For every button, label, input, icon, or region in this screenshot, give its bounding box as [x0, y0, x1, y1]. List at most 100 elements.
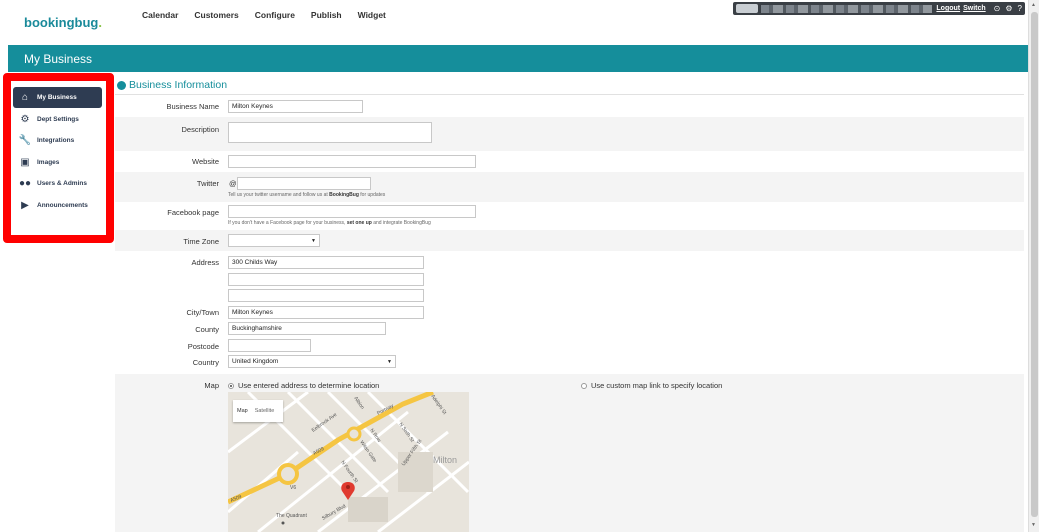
- top-bar: bookingbug. Calendar Customers Configure…: [0, 0, 1028, 45]
- gear-icon[interactable]: ⚙: [1005, 4, 1012, 13]
- help-text: and integrate BookingBug: [371, 220, 431, 226]
- sidebar-item-images[interactable]: ▣ Images: [13, 152, 102, 173]
- postcode-input[interactable]: [228, 339, 311, 352]
- sidebar-item-users-admins[interactable]: ●● Users & Admins: [13, 173, 102, 194]
- nav-calendar[interactable]: Calendar: [142, 10, 178, 20]
- city-input[interactable]: Milton Keynes: [228, 306, 424, 319]
- address-block: Address 300 Childs Way City/Town Milton …: [115, 251, 1024, 374]
- country-select[interactable]: United Kingdom: [228, 355, 396, 368]
- image-icon: ▣: [20, 156, 30, 168]
- section-title-text: Business Information: [129, 79, 228, 91]
- address-line3-input[interactable]: [228, 289, 424, 302]
- map-label-quadrant: The Quadrant: [276, 513, 307, 519]
- map-tab-satellite[interactable]: Satellite: [255, 408, 275, 414]
- time-zone-select[interactable]: [228, 234, 320, 247]
- twitter-label: Twitter: [196, 179, 219, 188]
- sidebar-item-label: Users & Admins: [37, 180, 87, 187]
- logo-text: bookingbug: [24, 15, 99, 30]
- sidebar-item-announcements[interactable]: ▶ Announcements: [13, 195, 102, 216]
- switch-link[interactable]: Switch: [963, 5, 986, 12]
- bookingbug-twitter-link[interactable]: BookingBug: [329, 192, 359, 198]
- twitter-input[interactable]: [237, 177, 371, 190]
- website-input[interactable]: [228, 155, 476, 168]
- website-row: Website: [115, 151, 1024, 172]
- sidebar-item-label: Announcements: [37, 201, 88, 209]
- description-textarea[interactable]: [228, 122, 432, 143]
- facebook-help: If you don't have a Facebook page for yo…: [228, 220, 431, 226]
- switch-user-button[interactable]: [736, 4, 758, 13]
- address-line2-input[interactable]: [228, 273, 424, 286]
- time-zone-label: Time Zone: [183, 237, 219, 246]
- megaphone-icon: ▶: [21, 199, 29, 211]
- sidebar-item-label: Integrations: [37, 137, 75, 144]
- business-name-label: Business Name: [166, 102, 219, 111]
- nav-configure[interactable]: Configure: [255, 10, 295, 20]
- globe-icon: [117, 80, 126, 90]
- sidebar-item-integrations[interactable]: 🔧 Integrations: [13, 130, 102, 151]
- map-label-city: Milton: [433, 455, 457, 465]
- scrollbar-thumb[interactable]: [1031, 12, 1038, 517]
- time-zone-row: Time Zone: [115, 230, 1024, 251]
- home-icon: ⌂: [21, 92, 29, 103]
- sidebar-item-label: My Business: [37, 94, 77, 101]
- help-text: for updates: [358, 192, 386, 198]
- county-label: County: [195, 325, 219, 334]
- help-text: If you don't have a Facebook page for yo…: [228, 220, 347, 226]
- page-scrollbar[interactable]: ▲ ▼: [1028, 0, 1039, 532]
- website-label: Website: [192, 157, 219, 166]
- bookingbug-logo[interactable]: bookingbug.: [24, 15, 102, 30]
- map-type-control: Map Satellite: [233, 400, 283, 422]
- main-nav: Calendar Customers Configure Publish Wid…: [142, 10, 402, 20]
- wrench-icon: 🔧: [18, 135, 32, 146]
- set-one-up-link[interactable]: set one up: [347, 220, 372, 226]
- city-label: City/Town: [186, 308, 219, 317]
- use-custom-map-radio[interactable]: Use custom map link to specify location: [581, 381, 722, 390]
- page-header: My Business: [8, 45, 1028, 72]
- sidebar: ⌂ My Business ⚙ Dept Settings 🔧 Integrat…: [13, 87, 102, 216]
- map-label: Map: [204, 381, 219, 390]
- country-label: Country: [192, 358, 219, 367]
- signal-icon[interactable]: ⊙: [994, 4, 1001, 13]
- address-line1-input[interactable]: 300 Childs Way: [228, 256, 424, 269]
- twitter-at-prefix: @: [229, 179, 237, 188]
- radio-selected-icon: [228, 382, 234, 389]
- nav-widget[interactable]: Widget: [358, 10, 386, 20]
- scroll-up-icon[interactable]: ▲: [1031, 2, 1036, 8]
- redacted-user-info: [761, 4, 933, 13]
- sidebar-item-label: Dept Settings: [37, 115, 79, 123]
- use-address-radio[interactable]: Use entered address to determine locatio…: [228, 381, 379, 390]
- radio-unselected-icon: [581, 382, 587, 389]
- divider: [115, 94, 1024, 95]
- location-map[interactable]: Milton A509 A509 Portway Eelbrook Ave Wi…: [228, 392, 469, 532]
- logout-link[interactable]: Logout: [936, 5, 960, 12]
- sidebar-item-my-business[interactable]: ⌂ My Business: [13, 87, 102, 108]
- facebook-row: Facebook page If you don't have a Facebo…: [115, 202, 1024, 230]
- logo-dot: .: [98, 15, 102, 30]
- business-name-row: Business Name Milton Keynes: [115, 96, 1024, 117]
- description-label: Description: [181, 125, 219, 134]
- scroll-down-icon[interactable]: ▼: [1031, 522, 1036, 528]
- address-label: Address: [191, 258, 219, 267]
- business-info-panel: Business Information Business Name Milto…: [115, 74, 1024, 532]
- business-name-input[interactable]: Milton Keynes: [228, 100, 363, 113]
- facebook-input[interactable]: [228, 205, 476, 218]
- section-title: Business Information: [117, 79, 227, 91]
- nav-publish[interactable]: Publish: [311, 10, 342, 20]
- facebook-label: Facebook page: [167, 208, 219, 217]
- radio-label: Use custom map link to specify location: [591, 381, 723, 390]
- user-bar: Logout Switch ⊙ ⚙ ?: [733, 2, 1025, 15]
- help-text: Tell us your twitter username and follow…: [228, 192, 330, 198]
- twitter-help: Tell us your twitter username and follow…: [228, 192, 385, 198]
- map-tab-map[interactable]: Map: [237, 408, 248, 414]
- sidebar-item-label: Images: [37, 158, 60, 166]
- sidebar-item-dept-settings[interactable]: ⚙ Dept Settings: [13, 109, 102, 130]
- county-input[interactable]: Buckinghamshire: [228, 322, 386, 335]
- gear-icon: ⚙: [20, 113, 30, 125]
- description-row: Description: [115, 117, 1024, 151]
- postcode-label: Postcode: [187, 342, 219, 351]
- nav-customers[interactable]: Customers: [194, 10, 238, 20]
- users-icon: ●●: [18, 178, 32, 189]
- help-icon[interactable]: ?: [1018, 4, 1022, 13]
- map-label-v6: V6: [290, 485, 296, 491]
- radio-label: Use entered address to determine locatio…: [238, 381, 380, 390]
